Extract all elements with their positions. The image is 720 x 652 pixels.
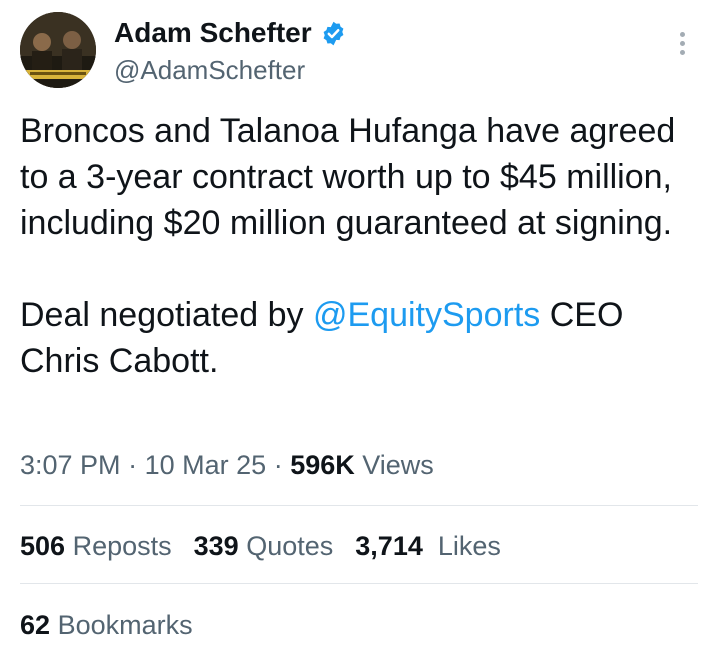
avatar[interactable]	[20, 12, 96, 88]
bookmarks-label: Bookmarks	[57, 610, 193, 640]
bookmarks-count: 62	[20, 610, 51, 640]
author-name-row: Adam Schefter	[114, 16, 347, 50]
engagement-stats: 506 Reposts 339 Quotes 3,714 Likes	[20, 529, 523, 563]
tweet-paragraph-1: Broncos and Talanoa Hufanga have agreed …	[20, 112, 676, 242]
quotes-label: Quotes	[246, 531, 334, 561]
tweet-meta: 3:07 PM · 10 Mar 25 · 596K Views	[20, 448, 434, 482]
tweet-paragraph-2: Deal negotiated by @EquitySports CEO Chr…	[20, 292, 700, 384]
author-handle[interactable]: @AdamSchefter	[114, 54, 305, 86]
reposts-count: 506	[20, 531, 66, 561]
author-display-name[interactable]: Adam Schefter	[114, 16, 312, 50]
likes-stat[interactable]: 3,714 Likes	[355, 529, 501, 563]
tweet-time[interactable]: 3:07 PM	[20, 450, 121, 480]
mention-link[interactable]: @EquitySports	[313, 296, 540, 334]
quotes-count: 339	[193, 531, 239, 561]
meta-separator: ·	[128, 450, 138, 480]
likes-count: 3,714	[355, 531, 423, 561]
tweet-p2-prefix: Deal negotiated by	[20, 296, 313, 334]
reposts-label: Reposts	[72, 531, 172, 561]
tweet-date[interactable]: 10 Mar 25	[145, 450, 267, 480]
views-count: 596K	[290, 450, 355, 480]
quotes-stat[interactable]: 339 Quotes	[194, 529, 334, 563]
more-options-icon[interactable]	[676, 32, 688, 62]
divider	[20, 583, 698, 584]
reposts-stat[interactable]: 506 Reposts	[20, 529, 172, 563]
views-label: Views	[362, 450, 434, 480]
bookmarks-stat[interactable]: 62 Bookmarks	[20, 608, 193, 642]
meta-separator: ·	[273, 450, 283, 480]
verified-badge-icon	[320, 20, 347, 47]
likes-label: Likes	[437, 531, 501, 561]
divider	[20, 505, 698, 506]
tweet-text: Broncos and Talanoa Hufanga have agreed …	[20, 108, 700, 384]
avatar-image	[20, 12, 96, 88]
